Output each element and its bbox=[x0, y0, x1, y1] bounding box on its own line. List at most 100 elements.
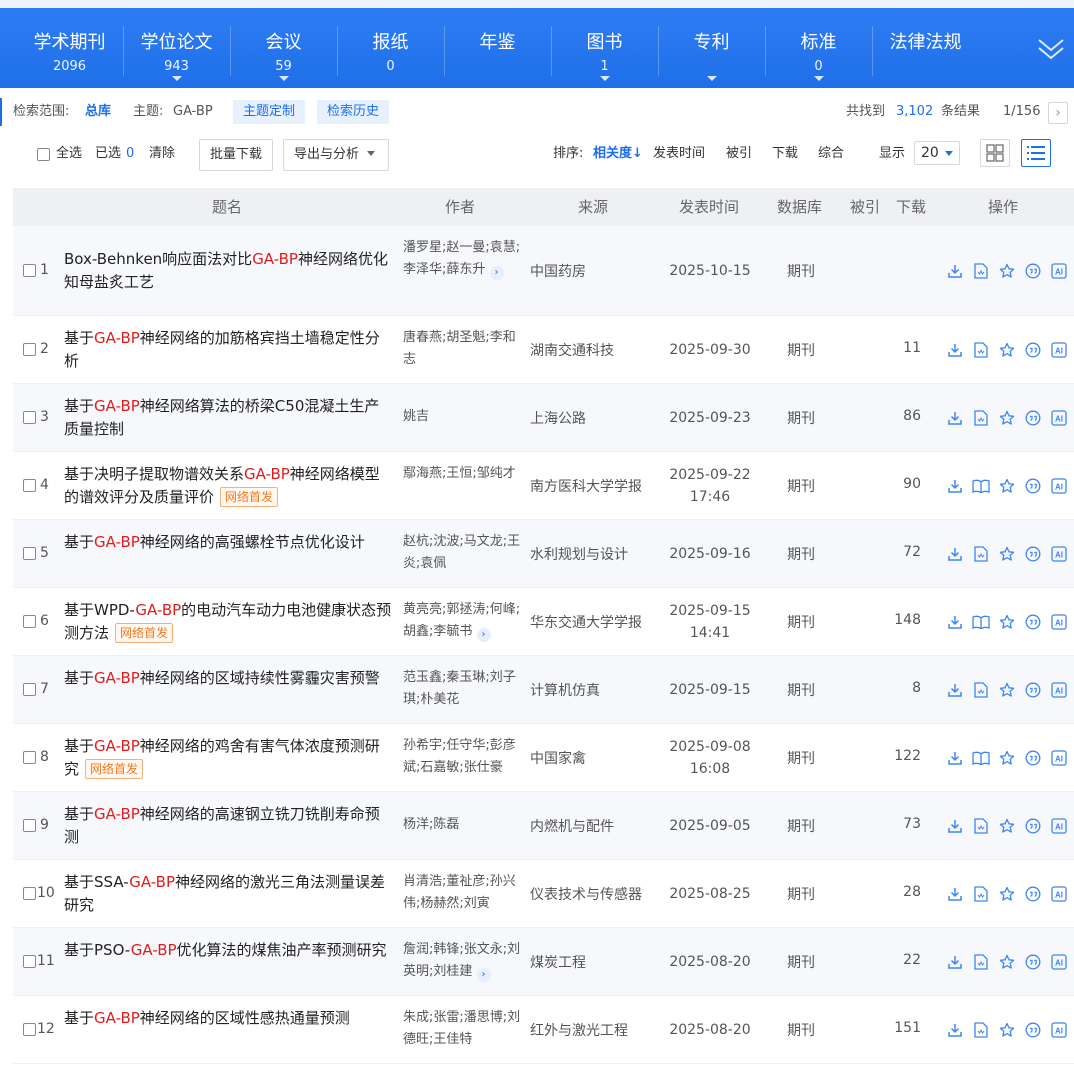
tab-8[interactable]: 法律法规 bbox=[872, 8, 979, 88]
download-icon[interactable] bbox=[942, 817, 968, 835]
page-size-select[interactable]: 20 bbox=[914, 141, 960, 165]
row-title-link[interactable]: 基于GA-BP神经网络的加筋格宾挡土墙稳定性分析 bbox=[64, 327, 394, 373]
download-icon[interactable] bbox=[942, 1021, 968, 1039]
row-authors[interactable]: 肖清浩;董祉彦;孙兴伟;杨赫然;刘寅 bbox=[403, 871, 523, 915]
row-source-link[interactable]: 仪表技术与传感器 bbox=[530, 884, 642, 904]
cite-quote-icon[interactable] bbox=[1020, 341, 1046, 359]
batch-download-button[interactable]: 批量下载 bbox=[199, 139, 274, 171]
cite-quote-icon[interactable] bbox=[1020, 817, 1046, 835]
ai-assistant-icon[interactable]: AI bbox=[1046, 953, 1072, 971]
row-checkbox[interactable] bbox=[23, 479, 36, 492]
sort-combined[interactable]: 综合 bbox=[818, 146, 844, 162]
download-icon[interactable] bbox=[942, 885, 968, 903]
ai-assistant-icon[interactable]: AI bbox=[1046, 1021, 1072, 1039]
row-title-link[interactable]: 基于决明子提取物谱效关系GA-BP神经网络模型的谱效评分及质量评价 网络首发 bbox=[64, 463, 394, 509]
favorite-star-icon[interactable] bbox=[994, 817, 1020, 835]
row-title-link[interactable]: 基于PSO-GA-BP优化算法的煤焦油产率预测研究 bbox=[64, 939, 394, 962]
download-icon[interactable] bbox=[942, 341, 968, 359]
favorite-star-icon[interactable] bbox=[994, 885, 1020, 903]
row-title-link[interactable]: 基于SSA-GA-BP神经网络的激光三角法测量误差研究 bbox=[64, 871, 394, 917]
row-title-link[interactable]: Box-Behnken响应面法对比GA-BP神经网络优化知母盐炙工艺 bbox=[64, 248, 394, 294]
favorite-star-icon[interactable] bbox=[994, 545, 1020, 563]
row-title-link[interactable]: 基于GA-BP神经网络算法的桥梁C50混凝土生产质量控制 bbox=[64, 395, 394, 441]
row-source-link[interactable]: 计算机仿真 bbox=[530, 680, 600, 700]
favorite-star-icon[interactable] bbox=[994, 749, 1020, 767]
favorite-star-icon[interactable] bbox=[994, 409, 1020, 427]
row-authors[interactable]: 朱成;张雷;潘思博;刘德旺;王佳特 bbox=[403, 1007, 523, 1051]
row-authors[interactable]: 唐春燕;胡圣魁;李和志 bbox=[403, 327, 523, 371]
download-icon[interactable] bbox=[942, 545, 968, 563]
row-source-link[interactable]: 湖南交通科技 bbox=[530, 340, 614, 360]
tab-5[interactable]: 图书 1 bbox=[551, 8, 658, 88]
favorite-star-icon[interactable] bbox=[994, 953, 1020, 971]
row-source-link[interactable]: 中国药房 bbox=[530, 261, 586, 281]
row-authors[interactable]: 鄢海燕;王恒;邹纯才 bbox=[403, 463, 523, 485]
grid-view-button[interactable] bbox=[980, 139, 1010, 167]
select-all-label[interactable]: 全选 bbox=[56, 146, 82, 162]
ai-assistant-icon[interactable]: AI bbox=[1046, 262, 1072, 280]
row-checkbox[interactable] bbox=[23, 819, 36, 832]
row-source-link[interactable]: 上海公路 bbox=[530, 408, 586, 428]
download-icon[interactable] bbox=[942, 262, 968, 280]
tab-2[interactable]: 会议 59 bbox=[230, 8, 337, 88]
tab-7[interactable]: 标准 0 bbox=[765, 8, 872, 88]
expand-chevron-icon[interactable] bbox=[1036, 34, 1066, 64]
row-title-link[interactable]: 基于GA-BP神经网络的区域性感热通量预测 bbox=[64, 1007, 394, 1030]
row-title-link[interactable]: 基于GA-BP神经网络的区域持续性雾霾灾害预警 bbox=[64, 667, 394, 690]
tab-6[interactable]: 专利 bbox=[658, 8, 765, 88]
row-title-link[interactable]: 基于GA-BP神经网络的鸡舍有害气体浓度预测研究 网络首发 bbox=[64, 735, 394, 781]
select-all-checkbox[interactable] bbox=[37, 148, 50, 161]
ai-assistant-icon[interactable]: AI bbox=[1046, 477, 1072, 495]
cite-quote-icon[interactable] bbox=[1020, 681, 1046, 699]
download-icon[interactable] bbox=[942, 953, 968, 971]
download-icon[interactable] bbox=[942, 749, 968, 767]
row-title-link[interactable]: 基于GA-BP神经网络的高速钢立铣刀铣削寿命预测 bbox=[64, 803, 394, 849]
row-checkbox[interactable] bbox=[23, 411, 36, 424]
read-online-icon[interactable] bbox=[968, 749, 994, 767]
cite-quote-icon[interactable] bbox=[1020, 545, 1046, 563]
row-title-link[interactable]: 基于WPD-GA-BP的电动汽车动力电池健康状态预测方法 网络首发 bbox=[64, 599, 394, 645]
next-page-button[interactable]: › bbox=[1048, 102, 1068, 124]
row-checkbox[interactable] bbox=[23, 955, 36, 968]
favorite-star-icon[interactable] bbox=[994, 477, 1020, 495]
row-source-link[interactable]: 红外与激光工程 bbox=[530, 1020, 628, 1040]
row-authors[interactable]: 范玉鑫;秦玉琳;刘子琪;朴美花 bbox=[403, 667, 523, 711]
sort-cited[interactable]: 被引 bbox=[726, 146, 752, 162]
sort-date[interactable]: 发表时间 bbox=[653, 146, 705, 162]
row-source-link[interactable]: 煤炭工程 bbox=[530, 952, 586, 972]
row-checkbox[interactable] bbox=[23, 547, 36, 560]
download-icon[interactable] bbox=[942, 477, 968, 495]
scope-value[interactable]: 总库 bbox=[85, 104, 111, 120]
ai-assistant-icon[interactable]: AI bbox=[1046, 885, 1072, 903]
html-read-icon[interactable] bbox=[968, 341, 994, 359]
row-source-link[interactable]: 中国家禽 bbox=[530, 748, 586, 768]
download-icon[interactable] bbox=[942, 409, 968, 427]
more-authors-icon[interactable]: › bbox=[476, 968, 491, 982]
list-view-button[interactable] bbox=[1021, 139, 1051, 167]
row-checkbox[interactable] bbox=[23, 683, 36, 696]
cite-quote-icon[interactable] bbox=[1020, 953, 1046, 971]
row-checkbox[interactable] bbox=[23, 343, 36, 356]
row-authors[interactable]: 黄亮亮;郭拯涛;何峰;胡鑫;李毓书 › bbox=[403, 599, 523, 643]
more-authors-icon[interactable]: › bbox=[476, 628, 491, 642]
ai-assistant-icon[interactable]: AI bbox=[1046, 681, 1072, 699]
row-checkbox[interactable] bbox=[23, 615, 36, 628]
row-authors[interactable]: 姚吉 bbox=[403, 406, 523, 428]
more-authors-icon[interactable]: › bbox=[489, 266, 504, 280]
favorite-star-icon[interactable] bbox=[994, 262, 1020, 280]
favorite-star-icon[interactable] bbox=[994, 1021, 1020, 1039]
download-icon[interactable] bbox=[942, 681, 968, 699]
cite-quote-icon[interactable] bbox=[1020, 262, 1046, 280]
row-authors[interactable]: 杨洋;陈磊 bbox=[403, 814, 523, 836]
html-read-icon[interactable] bbox=[968, 817, 994, 835]
row-authors[interactable]: 潘罗星;赵一曼;袁慧;李泽华;薛东升 › bbox=[403, 237, 523, 281]
cite-quote-icon[interactable] bbox=[1020, 749, 1046, 767]
html-read-icon[interactable] bbox=[968, 681, 994, 699]
export-analysis-dropdown[interactable]: 导出与分析 bbox=[283, 139, 389, 171]
html-read-icon[interactable] bbox=[968, 545, 994, 563]
sort-relevance[interactable]: 相关度↓ bbox=[593, 146, 643, 162]
html-read-icon[interactable] bbox=[968, 262, 994, 280]
tab-4[interactable]: 年鉴 bbox=[444, 8, 551, 88]
row-title-link[interactable]: 基于GA-BP神经网络的高强螺栓节点优化设计 bbox=[64, 531, 394, 554]
row-source-link[interactable]: 内燃机与配件 bbox=[530, 816, 614, 836]
